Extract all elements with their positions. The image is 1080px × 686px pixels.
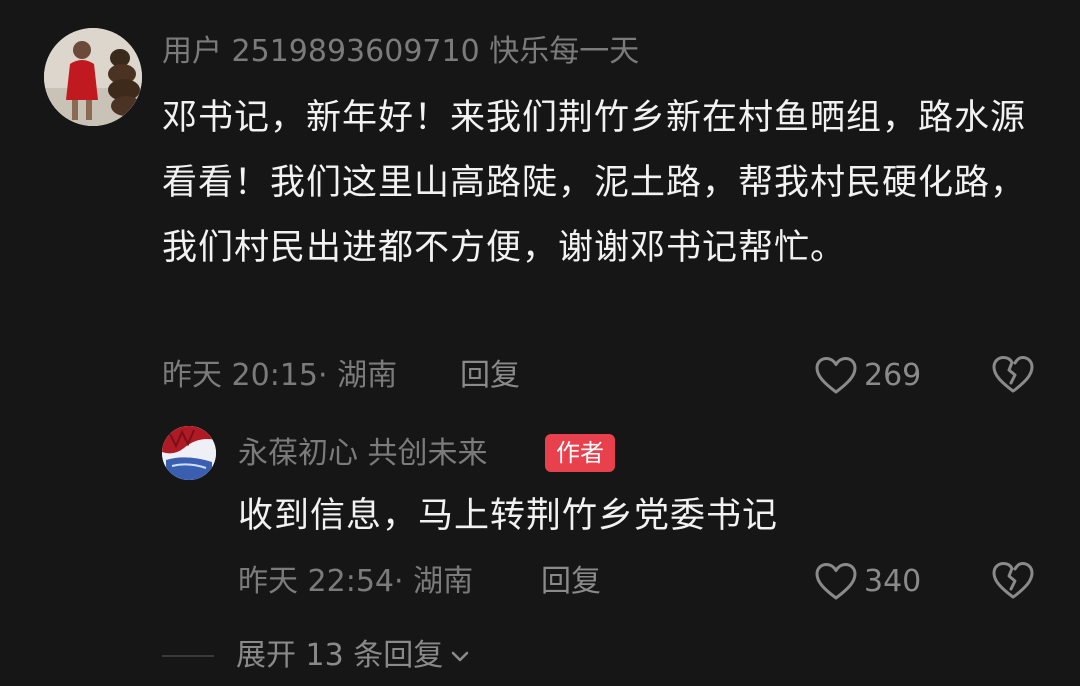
expand-divider: [162, 655, 214, 657]
broken-heart-icon: [992, 356, 1034, 393]
reply-username[interactable]: 永葆初心 共创未来: [238, 432, 488, 476]
like-button[interactable]: 269: [814, 354, 921, 398]
reply-time: 昨天 22:54: [238, 564, 394, 599]
reply-like-button[interactable]: 340: [814, 560, 921, 604]
avatar-photo: [44, 28, 142, 126]
reply-text: 收到信息，马上转荆竹乡党委书记: [238, 496, 779, 536]
meta-separator: ·: [318, 358, 338, 393]
reply-avatar[interactable]: [162, 426, 216, 480]
reply-reply-button[interactable]: 回复: [541, 560, 601, 604]
reply-avatar-image: [162, 426, 216, 480]
meta-separator: ·: [394, 564, 414, 599]
heart-outline-icon: [815, 563, 857, 600]
expand-replies-label: 展开 13 条回复: [236, 638, 444, 673]
reply-button[interactable]: 回复: [460, 354, 520, 398]
chevron-down-icon: [451, 651, 469, 662]
comment-time: 昨天 20:15: [162, 358, 318, 393]
reply-location: 湖南: [413, 564, 474, 599]
comment-location: 湖南: [337, 358, 398, 393]
expand-replies-button[interactable]: 展开 13 条回复: [236, 634, 471, 678]
like-count: 269: [864, 358, 922, 393]
comment-username[interactable]: 用户 2519893609710 快乐每一天: [162, 30, 639, 74]
dislike-button[interactable]: [991, 354, 1035, 400]
comment-meta: 昨天 20:15· 湖南: [162, 354, 397, 398]
reply-meta: 昨天 22:54· 湖南: [238, 560, 473, 604]
heart-outline-icon: [815, 357, 857, 394]
reply-dislike-button[interactable]: [991, 560, 1035, 606]
broken-heart-icon: [992, 562, 1034, 599]
reply-like-count: 340: [864, 564, 922, 599]
author-badge: 作者: [545, 434, 615, 472]
avatar[interactable]: [44, 28, 142, 126]
comment-text: 邓书记，新年好！来我们荆竹乡新在村鱼晒组，路水源看看！我们这里山高路陡，泥土路，…: [162, 98, 1027, 268]
